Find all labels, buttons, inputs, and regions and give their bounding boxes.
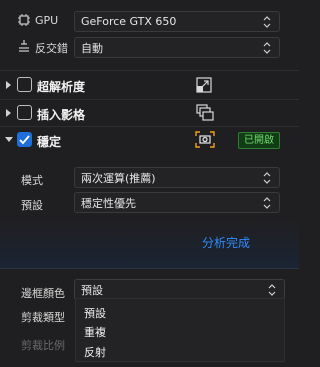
stabilize-title: 穩定 (37, 135, 62, 149)
mode-label: 模式 (21, 174, 43, 187)
frame-insert-title: 插入影格 (37, 108, 86, 122)
gpu-chip-icon (18, 14, 30, 26)
layers-icon (196, 104, 214, 122)
border-color-label: 邊框顏色 (21, 287, 65, 300)
dropdown-item-reflect[interactable]: 反射 (84, 344, 106, 360)
dropdown-item-default[interactable]: 預設 (84, 305, 106, 321)
preset-label: 預設 (21, 199, 43, 212)
crop-ratio-label: 剪裁比例 (21, 339, 65, 352)
deinterlace-label: 反交錯 (35, 42, 68, 55)
super-resolution-checkbox[interactable] (17, 77, 32, 92)
divider (0, 268, 299, 269)
mode-select[interactable]: 兩次運算(推薦) (74, 167, 280, 188)
checkmark-icon (19, 135, 30, 145)
super-resolution-title: 超解析度 (37, 80, 86, 94)
crop-type-label: 剪裁類型 (21, 311, 65, 324)
camera-scan-icon (195, 131, 215, 148)
border-color-select[interactable]: 預設 (74, 279, 285, 300)
preset-select-value: 穩定性優先 (81, 196, 136, 210)
expand-arrows-icon (196, 77, 212, 93)
divider (0, 70, 299, 71)
deinterlace-select-value: 自動 (81, 41, 103, 55)
section-frame-insert[interactable]: 插入影格 (0, 100, 299, 126)
chevron-updown-icon (263, 172, 271, 184)
border-color-select-value: 預設 (81, 283, 103, 297)
frame-insert-checkbox[interactable] (17, 105, 32, 120)
expand-arrow-icon[interactable] (6, 81, 11, 89)
gpu-label: GPU (35, 14, 59, 27)
analysis-status-panel (0, 218, 299, 268)
mode-select-value: 兩次運算(推薦) (81, 171, 156, 185)
section-super-resolution[interactable]: 超解析度 (0, 72, 299, 98)
gpu-select[interactable]: GeForce GTX 650 (74, 11, 280, 32)
preset-select[interactable]: 穩定性優先 (74, 192, 280, 213)
deinterlace-icon (18, 40, 30, 52)
gpu-select-value: GeForce GTX 650 (81, 15, 177, 28)
chevron-updown-icon (263, 42, 271, 54)
expand-arrow-icon[interactable] (6, 109, 11, 117)
deinterlace-select[interactable]: 自動 (74, 37, 280, 58)
section-stabilize[interactable]: 穩定 已開啟 (0, 127, 299, 153)
analysis-status-text: 分析完成 (202, 236, 251, 250)
chevron-updown-icon (268, 284, 276, 296)
stabilize-checkbox[interactable] (17, 132, 32, 147)
collapse-arrow-icon[interactable] (5, 137, 13, 142)
dropdown-item-repeat[interactable]: 重複 (84, 324, 106, 340)
chevron-updown-icon (263, 197, 271, 209)
status-badge: 已開啟 (238, 132, 280, 149)
chevron-updown-icon (263, 16, 271, 28)
border-color-dropdown-menu: 預設 重複 反射 (75, 298, 285, 362)
